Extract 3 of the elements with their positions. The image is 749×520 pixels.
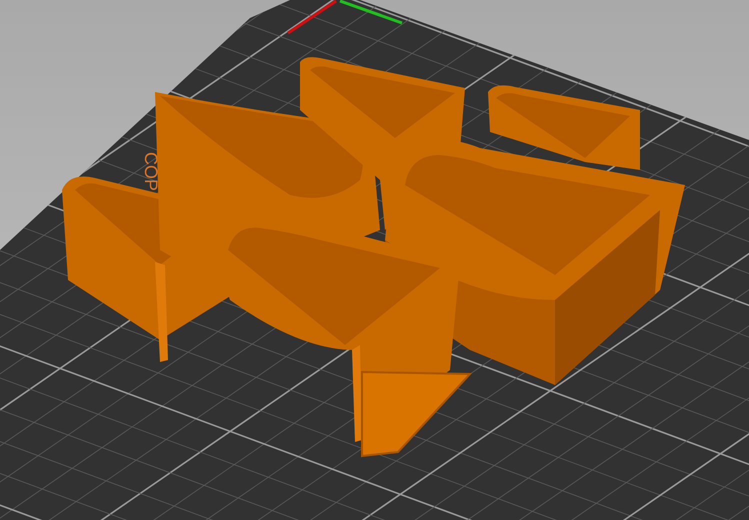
bed-label: COP: [141, 152, 161, 192]
y-axis-line: [340, 0, 402, 24]
x-axis-line: [287, 0, 337, 34]
